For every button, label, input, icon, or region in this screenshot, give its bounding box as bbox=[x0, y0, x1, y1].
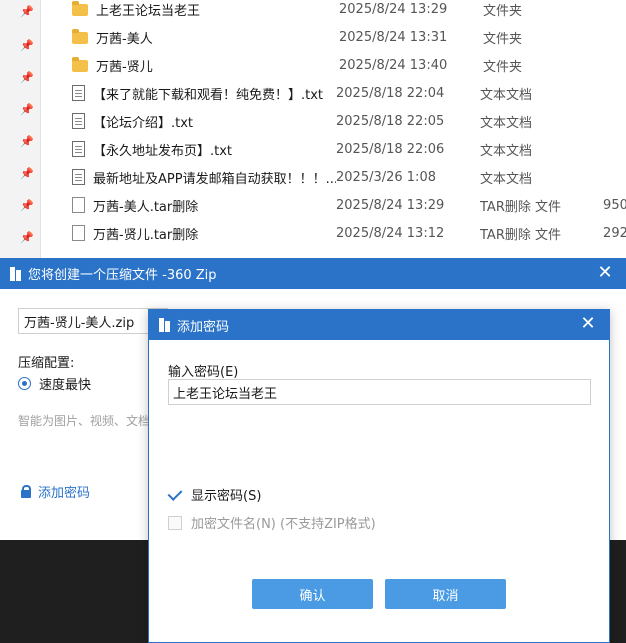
pin-icon[interactable]: 📌 bbox=[20, 104, 34, 116]
file-type: TAR删除 文件 bbox=[480, 227, 561, 243]
password-dialog-title-bar[interactable]: 添加密码 ✕ bbox=[149, 310, 609, 340]
add-password-link[interactable]: 添加密码 bbox=[20, 482, 90, 501]
list-item[interactable]: 【来了就能下载和观看！纯免费！】.txt 2025/8/18 22:04 文本文… bbox=[72, 80, 626, 106]
file-type: 文件夹 bbox=[483, 3, 523, 19]
speed-fastest-label: 速度最快 bbox=[39, 378, 92, 393]
quick-access-strip: 📌 📌 📌 📌 📌 📌 📌 📌 bbox=[0, 0, 41, 258]
file-date: 2025/8/18 22:04 bbox=[336, 85, 445, 101]
file-size: 292, bbox=[603, 225, 626, 241]
list-item[interactable]: 上老王论坛当老王 2025/8/24 13:29 文件夹 bbox=[72, 0, 626, 22]
file-date: 2025/8/24 13:12 bbox=[336, 225, 445, 241]
file-explorer: 📌 📌 📌 📌 📌 📌 📌 📌 上老王论坛当老王 2025/8/24 13:29… bbox=[0, 0, 626, 258]
password-dialog-title: 添加密码 bbox=[177, 319, 230, 335]
encrypt-filenames-label: 加密文件名(N) (不支持ZIP格式) bbox=[191, 517, 376, 532]
file-icon bbox=[72, 225, 85, 241]
zip-app-icon bbox=[10, 266, 22, 281]
radio-selected-icon bbox=[18, 377, 31, 390]
pin-icon[interactable]: 📌 bbox=[20, 6, 34, 18]
list-item[interactable]: 万茜-美人 2025/8/24 13:31 文件夹 bbox=[72, 24, 626, 50]
list-item[interactable]: 【论坛介绍】.txt 2025/8/18 22:05 文本文档 bbox=[72, 108, 626, 134]
file-type: 文件夹 bbox=[483, 31, 523, 47]
add-password-label: 添加密码 bbox=[38, 486, 91, 501]
file-date: 2025/8/24 13:31 bbox=[339, 29, 448, 45]
compression-config-label: 压缩配置: bbox=[18, 356, 75, 371]
encrypt-filenames-checkbox: 加密文件名(N) (不支持ZIP格式) bbox=[168, 513, 376, 532]
pin-icon[interactable]: 📌 bbox=[20, 40, 34, 52]
file-name: 万茜-贤儿 bbox=[96, 59, 153, 75]
list-item[interactable]: 万茜-贤儿 2025/8/24 13:40 文件夹 bbox=[72, 52, 626, 78]
password-input-label: 输入密码(E) bbox=[168, 365, 239, 380]
archive-name-input[interactable]: 万茜-贤儿-美人.zip bbox=[18, 308, 168, 334]
text-file-icon bbox=[72, 113, 85, 129]
text-file-icon bbox=[72, 141, 85, 157]
file-type: 文本文档 bbox=[480, 143, 533, 159]
show-password-label: 显示密码(S) bbox=[191, 489, 262, 504]
file-date: 2025/8/24 13:29 bbox=[339, 1, 448, 17]
file-name: 【永久地址发布页】.txt bbox=[93, 143, 233, 159]
file-name: 万茜-美人 bbox=[96, 31, 153, 47]
file-name: 万茜-贤儿.tar删除 bbox=[93, 227, 199, 243]
pin-icon[interactable]: 📌 bbox=[20, 200, 34, 212]
file-date: 2025/8/24 13:40 bbox=[339, 57, 448, 73]
file-type: 文本文档 bbox=[480, 171, 533, 187]
pin-icon[interactable]: 📌 bbox=[20, 168, 34, 180]
password-input[interactable]: 上老王论坛当老王 bbox=[168, 379, 591, 405]
file-date: 2025/8/18 22:06 bbox=[336, 141, 445, 157]
show-password-checkbox[interactable]: 显示密码(S) bbox=[168, 485, 261, 504]
file-size: 950, bbox=[603, 197, 626, 213]
file-type: 文本文档 bbox=[480, 115, 533, 131]
file-type: 文本文档 bbox=[480, 87, 533, 103]
file-icon bbox=[72, 197, 85, 213]
zip-app-icon bbox=[159, 318, 171, 332]
folder-icon bbox=[72, 57, 88, 72]
list-item[interactable]: 万茜-贤儿.tar删除 2025/8/24 13:12 TAR删除 文件 292… bbox=[72, 220, 626, 246]
text-file-icon bbox=[72, 169, 85, 185]
pin-icon[interactable]: 📌 bbox=[20, 232, 34, 244]
checkmark-icon bbox=[168, 488, 182, 502]
dialog-title: 您将创建一个压缩文件 -360 Zip bbox=[28, 268, 217, 283]
dialog-title-bar[interactable]: 您将创建一个压缩文件 -360 Zip ✕ bbox=[0, 258, 626, 289]
close-icon[interactable]: ✕ bbox=[579, 315, 597, 333]
file-name: 上老王论坛当老王 bbox=[96, 3, 201, 19]
list-item[interactable]: 【永久地址发布页】.txt 2025/8/18 22:06 文本文档 bbox=[72, 136, 626, 162]
close-icon[interactable]: ✕ bbox=[596, 264, 614, 282]
file-name: 【来了就能下载和观看！纯免费！】.txt bbox=[93, 87, 324, 103]
file-name: 【论坛介绍】.txt bbox=[93, 115, 194, 131]
folder-icon bbox=[72, 29, 88, 44]
file-type: TAR删除 文件 bbox=[480, 199, 561, 215]
file-date: 2025/8/24 13:29 bbox=[336, 197, 445, 213]
lock-icon bbox=[20, 484, 32, 499]
text-file-icon bbox=[72, 85, 85, 101]
pin-icon[interactable]: 📌 bbox=[20, 136, 34, 148]
file-date: 2025/8/18 22:05 bbox=[336, 113, 445, 129]
add-password-dialog: 添加密码 ✕ 输入密码(E) 上老王论坛当老王 显示密码(S) 加密文件名(N)… bbox=[148, 309, 610, 643]
folder-icon bbox=[72, 1, 88, 16]
checkbox-icon bbox=[168, 515, 182, 530]
file-name: 万茜-美人.tar删除 bbox=[93, 199, 199, 215]
speed-fastest-radio[interactable]: 速度最快 bbox=[18, 374, 91, 393]
smart-hint-text: 智能为图片、视频、文档 bbox=[18, 414, 148, 428]
file-name: 最新地址及APP请发邮箱自动获取！！！.... bbox=[93, 171, 336, 187]
cancel-button[interactable]: 取消 bbox=[385, 579, 506, 609]
pin-icon[interactable]: 📌 bbox=[20, 72, 34, 84]
file-type: 文件夹 bbox=[483, 59, 523, 75]
confirm-button[interactable]: 确认 bbox=[252, 579, 373, 609]
list-item[interactable]: 最新地址及APP请发邮箱自动获取！！！.... 2025/3/26 1:08 文… bbox=[72, 164, 626, 190]
list-item[interactable]: 万茜-美人.tar删除 2025/8/24 13:29 TAR删除 文件 950… bbox=[72, 192, 626, 218]
file-date: 2025/3/26 1:08 bbox=[336, 169, 436, 185]
